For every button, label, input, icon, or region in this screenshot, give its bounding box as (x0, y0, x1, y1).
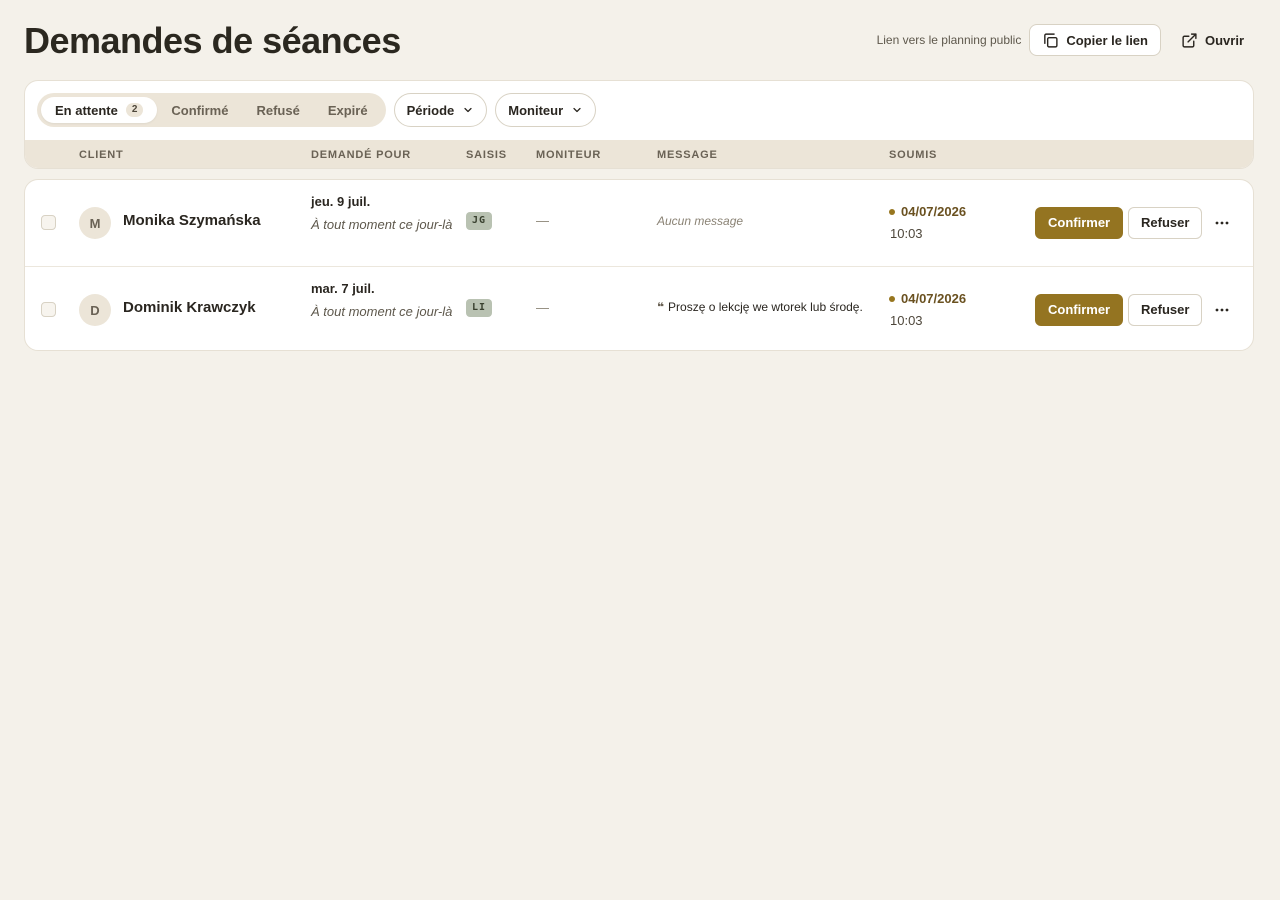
column-submitted[interactable]: SOUMIS (889, 140, 937, 168)
instructor-label: Moniteur (508, 102, 564, 118)
requested-date: mar. 7 juil. (311, 281, 375, 296)
status-dot (889, 295, 895, 302)
row-checkbox[interactable] (41, 215, 56, 230)
table-header: CLIENT DEMANDÉ POUR SAISIS MONITEUR MESS… (25, 140, 1253, 168)
table-row[interactable]: M Monika Szymańska jeu. 9 juil. À tout m… (25, 180, 1253, 266)
submitted-time: 10:03 (890, 313, 923, 328)
message-empty: Aucun message (657, 214, 744, 228)
confirm-button[interactable]: Confirmer (1035, 207, 1124, 239)
instructor-value: — (536, 213, 549, 228)
copy-link-label: Copier le lien (1066, 32, 1148, 48)
client-name: Dominik Krawczyk (123, 299, 256, 316)
quote-icon: ❝ (657, 300, 665, 314)
table-row[interactable]: D Dominik Krawczyk mar. 7 juil. À tout m… (25, 266, 1253, 350)
header-actions: Lien vers le planning public Copier le l… (877, 24, 1256, 56)
avatar: D (79, 294, 111, 326)
client-name: Monika Szymańska (123, 212, 261, 229)
confirm-button[interactable]: Confirmer (1035, 294, 1124, 326)
entered-by-badge: LI (466, 299, 493, 317)
filter-bar: En attente 2 Confirmé Refusé Expiré Péri… (37, 93, 597, 127)
instructor-dropdown[interactable]: Moniteur (495, 93, 597, 127)
pending-count-badge: 2 (125, 103, 144, 117)
more-horizontal-icon[interactable] (1211, 300, 1233, 320)
row-checkbox[interactable] (41, 302, 56, 317)
tab-refused[interactable]: Refusé (242, 97, 313, 123)
tab-confirmed-label: Confirmé (171, 102, 229, 118)
column-entered-by[interactable]: SAISIS (466, 140, 507, 168)
tab-refused-label: Refusé (256, 102, 300, 118)
tab-expired-label: Expiré (327, 102, 368, 118)
entered-by-badge: JG (466, 212, 493, 230)
submitted-date-text: 04/07/2026 (901, 204, 967, 219)
submitted-date: 04/07/2026 (889, 291, 966, 306)
submitted-date: 04/07/2026 (889, 204, 966, 219)
chevron-down-icon (462, 104, 474, 116)
tab-expired[interactable]: Expiré (314, 97, 382, 123)
requested-time-note: À tout moment ce jour-là (311, 217, 453, 232)
column-client[interactable]: CLIENT (79, 140, 124, 168)
submitted-date-text: 04/07/2026 (901, 291, 967, 306)
tab-confirmed[interactable]: Confirmé (157, 97, 242, 123)
message-body: Proszę o lekcję we wtorek lub środę. (668, 300, 863, 314)
instructor-value: — (536, 300, 549, 315)
column-requested-for[interactable]: DEMANDÉ POUR (311, 140, 411, 168)
chevron-down-icon (571, 104, 583, 116)
page-title: Demandes de séances (24, 20, 401, 61)
submitted-time: 10:03 (890, 226, 923, 241)
tab-pending-label: En attente (55, 102, 118, 118)
more-horizontal-icon[interactable] (1211, 213, 1233, 233)
status-dot (889, 208, 895, 215)
refuse-button[interactable]: Refuser (1128, 207, 1203, 239)
period-dropdown[interactable]: Période (393, 93, 488, 127)
external-link-icon (1181, 32, 1198, 49)
public-link-label: Lien vers le planning public (876, 33, 1022, 47)
message-text: ❝ Proszę o lekcję we wtorek lub środę. (657, 300, 863, 314)
tab-pending[interactable]: En attente 2 (41, 97, 158, 123)
status-tabs: En attente 2 Confirmé Refusé Expiré (37, 93, 386, 127)
refuse-button[interactable]: Refuser (1128, 294, 1203, 326)
filter-card: En attente 2 Confirmé Refusé Expiré Péri… (24, 80, 1254, 169)
period-label: Période (406, 102, 455, 118)
requested-date: jeu. 9 juil. (311, 194, 371, 209)
column-instructor[interactable]: MONITEUR (536, 140, 601, 168)
open-label: Ouvrir (1204, 32, 1244, 48)
requested-time-note: À tout moment ce jour-là (311, 304, 453, 319)
column-message[interactable]: MESSAGE (657, 140, 718, 168)
copy-link-button[interactable]: Copier le lien (1029, 24, 1161, 56)
copy-icon (1042, 32, 1059, 49)
requests-table: M Monika Szymańska jeu. 9 juil. À tout m… (24, 179, 1254, 351)
open-button[interactable]: Ouvrir (1169, 25, 1256, 55)
avatar: M (79, 207, 111, 239)
